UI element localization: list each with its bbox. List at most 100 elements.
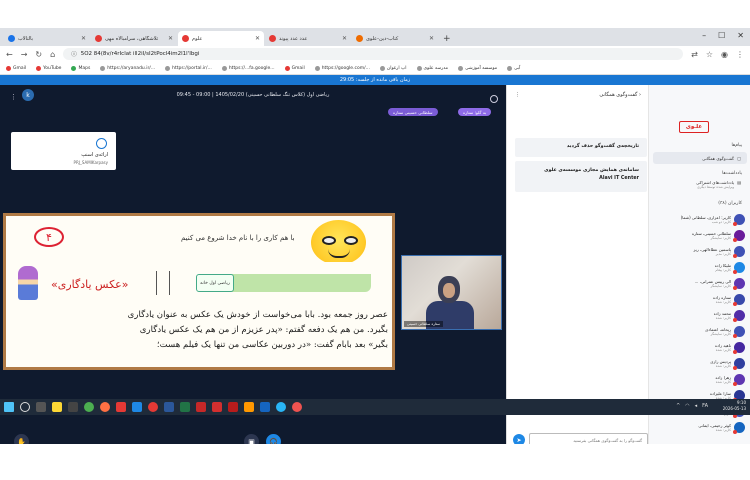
- network-icon[interactable]: ◠: [685, 403, 689, 409]
- word-icon[interactable]: [164, 402, 174, 412]
- reload-icon[interactable]: ↻: [35, 50, 42, 59]
- sidebar-item-shared-notes[interactable]: ▤ یادداشت‌های اشتراکی ویرایش شده توسط دی…: [653, 180, 747, 196]
- globe-icon: [314, 65, 320, 71]
- user-list-item[interactable]: کاربر: اعزاری، سلطانی (شما) کاربر: دو شب: [651, 211, 749, 227]
- bookmark[interactable]: آبی: [507, 65, 520, 71]
- home-icon[interactable]: ⌂: [50, 50, 55, 59]
- bookmark[interactable]: YouTube: [36, 65, 61, 71]
- browser-toolbar: ← → ↻ ⌂ ⓘ 5O2 84(8v/r4rIclat ill2iI/sI2t…: [0, 46, 750, 62]
- address-bar[interactable]: ⓘ 5O2 84(8v/r4rIclat ill2iI/sI2tPocl4im2…: [63, 48, 684, 60]
- star-icon[interactable]: ☆: [706, 50, 713, 59]
- user-list-item[interactable]: ملیکا زاده کاربر: پیغام: [651, 259, 749, 275]
- user-list-item[interactable]: سلطانی حسینی، ستاره کاربر: نمایشگر: [651, 227, 749, 243]
- bookmark[interactable]: مدرسه علوی: [416, 65, 448, 71]
- bookmark[interactable]: Maps: [71, 65, 90, 71]
- browser-tab[interactable]: بالتالاب ✕: [4, 31, 90, 46]
- chat-header: ‹ گفت‌وگوی همگانی ⋮: [507, 85, 649, 105]
- search-icon[interactable]: [20, 402, 30, 412]
- tab-favicon-icon: [356, 35, 363, 42]
- user-list-item[interactable]: الی رییس عمرانی، ... کاربر: نمایشگر: [651, 275, 749, 291]
- close-icon[interactable]: ✕: [342, 35, 347, 42]
- app-icon[interactable]: [292, 402, 302, 412]
- acrobat-icon[interactable]: [212, 402, 222, 412]
- system-tray: ^ ◠ ◂ FA: [676, 403, 708, 409]
- new-tab-button[interactable]: +: [439, 31, 455, 46]
- avatar: [733, 277, 745, 290]
- close-icon[interactable]: ✕: [81, 35, 86, 42]
- language-icon[interactable]: FA: [702, 403, 708, 409]
- chevron-left-icon[interactable]: ‹: [637, 92, 641, 98]
- send-button[interactable]: ➤: [513, 434, 525, 444]
- bookmark[interactable]: https://aryanadu.ir/...: [100, 65, 155, 71]
- volume-icon[interactable]: ◂: [695, 403, 698, 409]
- app-icon[interactable]: [276, 402, 286, 412]
- browser-tab[interactable]: ثلاشگاهی، سرامبالاه مهی ✕: [91, 31, 177, 46]
- app-icon[interactable]: [132, 402, 142, 412]
- translate-icon[interactable]: ⇄: [691, 50, 698, 59]
- bookmark[interactable]: Gmail: [284, 65, 305, 71]
- user-icon[interactable]: [490, 95, 498, 103]
- user-list-item[interactable]: ناهید زاده کاربر: شده: [651, 339, 749, 355]
- browser-tab[interactable]: کتاب-دین-علوی ✕: [352, 31, 438, 46]
- close-icon[interactable]: ✕: [255, 35, 260, 42]
- task-view-icon[interactable]: [36, 402, 46, 412]
- back-icon[interactable]: ←: [6, 50, 13, 59]
- user-list-item[interactable]: محمد زاده کاربر: شده: [651, 307, 749, 323]
- avatar: [733, 421, 745, 434]
- slide-heading: با هم کاری را با نام خدا شروع می کنیم: [181, 234, 295, 242]
- clock[interactable]: 9:10 2026-05-13: [723, 400, 746, 412]
- browser-tab-active[interactable]: علوم ✕: [178, 31, 264, 46]
- start-icon[interactable]: [4, 402, 14, 412]
- browser-tab[interactable]: عدد عدد پیوند ✕: [265, 31, 351, 46]
- user-list-item[interactable]: زهرا زاده کاربر: شده: [651, 371, 749, 387]
- user-list-item[interactable]: ستاره زاده کاربر: شده: [651, 291, 749, 307]
- app-icon[interactable]: [68, 402, 78, 412]
- user-list-item[interactable]: ریحانه، اعتمادی کاربر: نمایشگر: [651, 323, 749, 339]
- app-icon[interactable]: [260, 402, 270, 412]
- app-icon[interactable]: [196, 402, 206, 412]
- vlc-icon[interactable]: [244, 402, 254, 412]
- webcam-video[interactable]: ستاره سلطانی حسینی: [401, 255, 502, 330]
- bookmark[interactable]: https://portal.ir/...: [165, 65, 212, 71]
- session-timer-bar: زمان باقی مانده از جلسه: 29:05: [0, 75, 750, 85]
- screen: بالتالاب ✕ ثلاشگاهی، سرامبالاه مهی ✕ علو…: [0, 28, 750, 444]
- user-list-item[interactable]: یاسمین عطاءالهی، ریز کاربر: مدیر: [651, 243, 749, 259]
- app-icon[interactable]: [116, 402, 126, 412]
- bookmark[interactable]: Gmail: [6, 65, 26, 71]
- screenshare-card[interactable]: ارائه‌ی اسنپ PRJ_SAMIKarpasy: [11, 132, 116, 170]
- audio-button[interactable]: 🎧: [266, 434, 281, 444]
- chat-icon: ▢: [737, 155, 741, 161]
- tab-title: بالتالاب: [18, 35, 34, 42]
- bookmark[interactable]: https://...fa.google...: [221, 65, 275, 71]
- more-options-icon[interactable]: ⋮: [515, 92, 520, 98]
- avatar[interactable]: k: [22, 89, 34, 101]
- chrome-icon[interactable]: [84, 402, 94, 412]
- close-icon[interactable]: ✕: [168, 35, 173, 42]
- sidebar-item-public-chat[interactable]: ▢ گفت‌وگوی همگانی: [653, 152, 747, 164]
- profile-icon[interactable]: ◉: [721, 50, 728, 59]
- forward-icon[interactable]: →: [21, 50, 28, 59]
- raise-hand-button[interactable]: ✋: [14, 434, 29, 444]
- chevron-up-icon[interactable]: ^: [676, 403, 680, 409]
- user-list-item[interactable]: کوثر رحیمی، ایمانی کاربر: شده: [651, 419, 749, 435]
- app-icon[interactable]: [148, 402, 158, 412]
- app-icon[interactable]: [228, 402, 238, 412]
- bookmark[interactable]: اپ ارغوان: [379, 65, 407, 71]
- maximize-icon[interactable]: ☐: [718, 31, 725, 40]
- more-options-icon[interactable]: ⋮: [10, 93, 17, 101]
- menu-icon[interactable]: ⋮: [736, 50, 744, 59]
- close-icon[interactable]: ✕: [429, 35, 434, 42]
- close-window-icon[interactable]: ✕: [737, 31, 744, 40]
- user-list-item[interactable]: پردیس رازی کاربر: شده: [651, 355, 749, 371]
- screenshare-toggle-button[interactable]: ▣: [244, 434, 259, 444]
- minimize-icon[interactable]: –: [702, 31, 706, 40]
- file-explorer-icon[interactable]: [52, 402, 62, 412]
- window-controls: – ☐ ✕: [702, 31, 744, 40]
- tab-favicon-icon: [182, 35, 189, 42]
- excel-icon[interactable]: [180, 402, 190, 412]
- firefox-icon[interactable]: [100, 402, 110, 412]
- bookmark[interactable]: موسسه آموزشی: [458, 65, 497, 71]
- chat-input[interactable]: گفت‌وگو را به گفت‌وگوی همگانی بفرستید: [529, 433, 648, 444]
- avatar: [733, 229, 745, 242]
- bookmark[interactable]: https://google.com/...: [314, 65, 370, 71]
